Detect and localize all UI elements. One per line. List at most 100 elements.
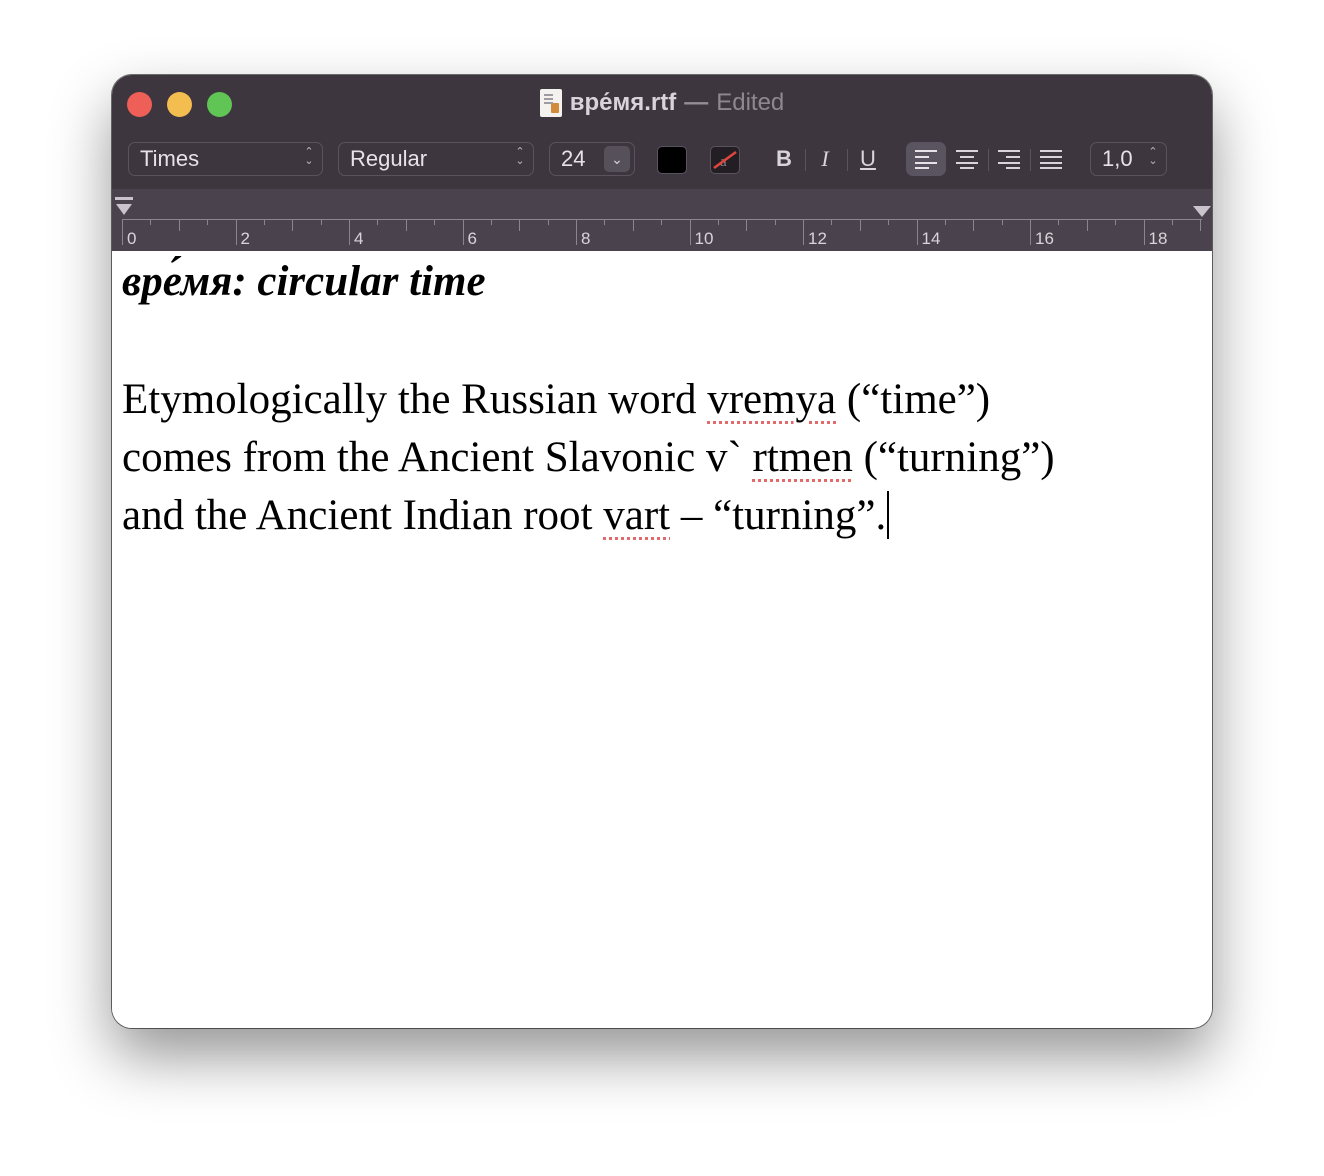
ruler-label: 16: [1035, 229, 1054, 248]
title-bar: вре́мя.rtf — Edited Times ⌃ ⌄ Regular ⌃ ⌄ …: [112, 75, 1212, 190]
title-separator: —: [684, 89, 709, 116]
font-family-popup[interactable]: Times ⌃ ⌄: [128, 142, 323, 176]
paragraph-line: and the Ancient Indian root vart – “turn…: [122, 487, 1055, 545]
font-family-value: Times: [140, 146, 200, 171]
ruler-label: 10: [694, 229, 714, 248]
ruler-label: 0: [127, 229, 137, 248]
textedit-window: вре́мя.rtf — Edited Times ⌃ ⌄ Regular ⌃ ⌄ …: [112, 75, 1212, 1028]
ruler-minor-tick: [547, 219, 549, 225]
ruler-minor-tick: [1200, 219, 1202, 231]
ruler-label: 8: [581, 229, 591, 248]
ruler-minor-tick: [519, 219, 521, 231]
text-run: comes from the Ancient Slavonic v`: [122, 434, 753, 481]
chevron-updown-icon: ⌃ ⌄: [304, 146, 314, 167]
ruler-minor-tick: [1115, 219, 1117, 225]
ruler-minor-tick: [944, 219, 946, 225]
font-style-value: Regular: [350, 146, 428, 171]
align-justify-icon: [1040, 150, 1062, 169]
divider: [847, 149, 848, 171]
text-run: – “turning”.: [670, 492, 887, 539]
ruler-minor-tick: [178, 219, 180, 231]
misspelled-word[interactable]: vremya: [707, 376, 836, 423]
window-title: вре́мя.rtf — Edited: [112, 87, 1212, 119]
ruler-minor-tick: [292, 219, 294, 231]
ruler-major-tick: [349, 219, 350, 245]
ruler-major-tick: [803, 219, 804, 245]
italic-button[interactable]: I: [811, 144, 839, 174]
ruler-minor-tick: [774, 219, 776, 225]
ruler-minor-tick: [1058, 219, 1060, 225]
misspelled-word[interactable]: vart: [603, 492, 670, 539]
paragraph-line: Etymologically the Russian word vremya (…: [122, 371, 1055, 429]
line-spacing-value: 1,0: [1102, 146, 1133, 171]
ruler-minor-tick: [831, 219, 833, 225]
ruler-label: 4: [354, 229, 364, 248]
ruler-minor-tick: [661, 219, 663, 225]
align-center-icon: [956, 150, 978, 169]
align-right-icon: [998, 150, 1020, 169]
line-spacing-popup[interactable]: 1,0 ⌃ ⌄: [1090, 142, 1167, 176]
ruler-minor-tick: [746, 219, 748, 231]
misspelled-word[interactable]: rtmen: [753, 434, 853, 481]
left-indent-marker-icon[interactable]: [114, 197, 134, 219]
ruler-minor-tick: [377, 219, 379, 225]
font-style-popup[interactable]: Regular ⌃ ⌄: [338, 142, 534, 176]
ruler-minor-tick: [207, 219, 209, 225]
ruler-minor-tick: [320, 219, 322, 225]
ruler-minor-tick: [1001, 219, 1003, 225]
ruler[interactable]: 0 2 4 6 8 10 12 14 16 18: [112, 189, 1212, 251]
chevron-updown-icon: ⌃ ⌄: [1148, 146, 1158, 167]
text-run: and the Ancient Indian root: [122, 492, 604, 539]
ruler-minor-tick: [490, 219, 492, 225]
ruler-minor-tick: [632, 219, 634, 231]
ruler-minor-tick: [1171, 219, 1173, 225]
ruler-minor-tick: [717, 219, 719, 225]
ruler-minor-tick: [150, 219, 152, 225]
no-color-icon: a: [713, 150, 737, 170]
ruler-minor-tick: [263, 219, 265, 225]
ruler-minor-tick: [405, 219, 407, 231]
ruler-major-tick: [235, 219, 237, 245]
ruler-major-tick: [1143, 219, 1145, 245]
ruler-major-tick: [689, 219, 691, 245]
document-text-area[interactable]: вре́мя: circular time Etymologically the…: [112, 251, 1212, 1028]
text-run: (“time”): [836, 376, 991, 423]
text-run: (“turning”): [852, 434, 1055, 481]
paragraph-line: comes from the Ancient Slavonic v` rtmen…: [122, 429, 1055, 487]
ruler-minor-tick: [434, 219, 436, 225]
ruler-major-tick: [1030, 219, 1031, 245]
align-right-button[interactable]: [989, 142, 1029, 176]
font-size-combo[interactable]: 24 ⌄: [549, 142, 635, 176]
rtf-document-icon[interactable]: [539, 89, 562, 117]
justify-button[interactable]: [1031, 142, 1071, 176]
ruler-minor-tick: [1086, 219, 1088, 231]
format-toolbar: Times ⌃⌄ Regular ⌃⌄ 24 ⌄ a B I: [112, 142, 1212, 178]
divider: [805, 149, 806, 171]
ruler-minor-tick: [859, 219, 861, 231]
underline-button[interactable]: U: [854, 144, 882, 174]
ruler-minor-tick: [888, 219, 890, 225]
ruler-major-tick: [576, 219, 577, 245]
ruler-minor-tick: [973, 219, 975, 231]
ruler-label: 18: [1148, 229, 1168, 248]
document-heading: вре́мя: circular time: [122, 258, 486, 305]
ruler-label: 2: [240, 229, 250, 248]
right-indent-marker-icon[interactable]: [1192, 205, 1212, 219]
chevron-updown-icon: ⌃ ⌄: [515, 146, 525, 167]
ruler-major-tick: [462, 219, 464, 245]
ruler-major-tick: [916, 219, 918, 245]
font-size-value[interactable]: 24: [561, 146, 585, 172]
align-center-button[interactable]: [947, 142, 987, 176]
text-run: Etymologically the Russian word: [122, 376, 708, 423]
edited-status[interactable]: Edited: [716, 89, 784, 117]
align-left-button[interactable]: [906, 142, 946, 176]
text-cursor: [887, 491, 890, 539]
align-left-icon: [915, 150, 937, 169]
ruler-label: 14: [921, 229, 941, 248]
ruler-label: 12: [808, 229, 827, 248]
ruler-minor-tick: [604, 219, 606, 225]
bold-button[interactable]: B: [770, 144, 798, 174]
chevron-down-icon[interactable]: ⌄: [604, 146, 630, 172]
background-color-well[interactable]: a: [710, 146, 740, 174]
text-color-well[interactable]: [657, 146, 687, 174]
